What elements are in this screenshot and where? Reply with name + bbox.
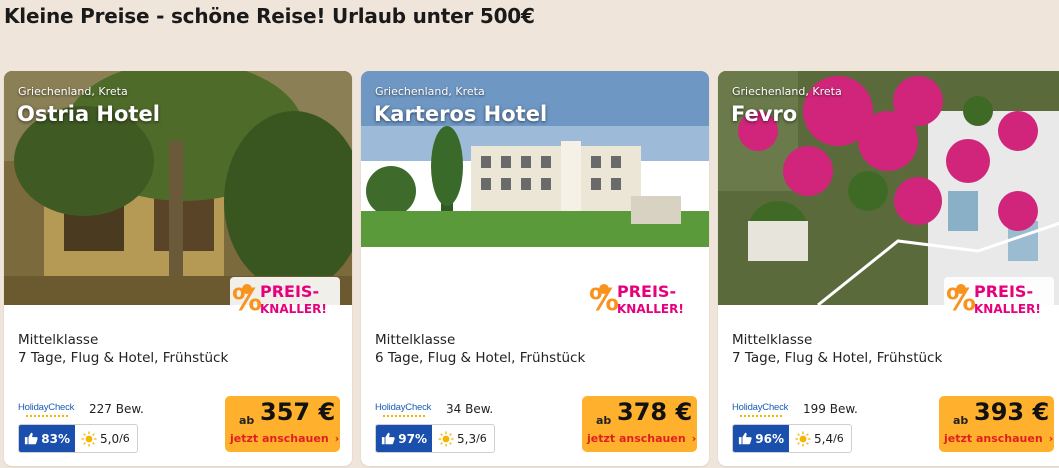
badge-line1: PREIS- (617, 282, 676, 301)
chevron-right-icon: › (691, 432, 697, 445)
rating-box: 96% 5,4/6 (732, 424, 852, 453)
sun-max: /6 (833, 432, 844, 445)
page-title: Kleine Preise - schöne Reise! Urlaub unt… (4, 4, 535, 28)
trip-description: 7 Tage, Flug & Hotel, Frühstück (18, 350, 229, 366)
price-value: 393 € (974, 398, 1050, 426)
holidaycheck-logo: HolidayCheck (18, 402, 74, 417)
view-offer-link[interactable]: jetzt anschauen › (230, 432, 339, 445)
hotel-class: Mittelklasse (18, 332, 99, 348)
review-count: 199 Bew. (803, 402, 858, 416)
badge-line2: KNALLER! (260, 302, 327, 316)
rating-box: 83% 5,0/6 (18, 424, 138, 453)
thumbs-up-icon (381, 432, 395, 445)
sun-icon (438, 431, 454, 446)
recommendation-rate: 97% (398, 431, 427, 446)
hotel-card-karteros[interactable]: Griechenland, Kreta Karteros Hotel % PRE… (361, 71, 709, 466)
sun-score: 5,3 (457, 431, 477, 446)
hotel-class: Mittelklasse (375, 332, 456, 348)
view-offer-link[interactable]: jetzt anschauen › (587, 432, 696, 445)
view-offer-link[interactable]: jetzt anschauen › (944, 432, 1053, 445)
recommendation-rate: 83% (41, 431, 70, 446)
badge-line2: KNALLER! (617, 302, 684, 316)
sun-score: 5,4 (814, 431, 834, 446)
hotel-name[interactable]: Karteros Hotel (374, 102, 547, 126)
sun-max: /6 (476, 432, 487, 445)
hotel-location: Griechenland, Kreta (732, 85, 842, 98)
sun-icon (81, 431, 97, 446)
hotel-card-ostria[interactable]: Griechenland, Kreta Ostria Hotel % PREIS… (4, 71, 352, 466)
price-button[interactable]: ab 357 € jetzt anschauen › (225, 396, 340, 452)
hotel-location: Griechenland, Kreta (18, 85, 128, 98)
review-count: 34 Bew. (446, 402, 494, 416)
thumbs-up-icon (24, 432, 38, 445)
badge-line1: PREIS- (974, 282, 1033, 301)
price-button[interactable]: ab 393 € jetzt anschauen › (939, 396, 1054, 452)
chevron-right-icon: › (1048, 432, 1054, 445)
badge-line1: PREIS- (260, 282, 319, 301)
price-button[interactable]: ab 378 € jetzt anschauen › (582, 396, 697, 452)
hotel-location: Griechenland, Kreta (375, 85, 485, 98)
price-prefix: ab (596, 414, 612, 427)
holidaycheck-logo: HolidayCheck (732, 402, 788, 417)
chevron-right-icon: › (334, 432, 340, 445)
badge-line2: KNALLER! (974, 302, 1041, 316)
thumbs-up-icon (738, 432, 752, 445)
sun-max: /6 (119, 432, 130, 445)
price-prefix: ab (953, 414, 969, 427)
hotel-name[interactable]: Fevro (731, 102, 797, 126)
price-value: 357 € (260, 398, 336, 426)
review-count: 227 Bew. (89, 402, 144, 416)
recommendation-rate: 96% (755, 431, 784, 446)
rating-box: 97% 5,3/6 (375, 424, 495, 453)
hotel-card-fevro[interactable]: Griechenland, Kreta Fevro % PREIS- KNALL… (718, 71, 1059, 466)
preisknaller-badge: % PREIS- KNALLER! (230, 277, 340, 319)
trip-description: 7 Tage, Flug & Hotel, Frühstück (732, 350, 943, 366)
preisknaller-badge: % PREIS- KNALLER! (944, 277, 1054, 319)
holidaycheck-logo: HolidayCheck (375, 402, 431, 417)
hotel-name[interactable]: Ostria Hotel (17, 102, 160, 126)
hotel-class: Mittelklasse (732, 332, 813, 348)
trip-description: 6 Tage, Flug & Hotel, Frühstück (375, 350, 586, 366)
preisknaller-badge: % PREIS- KNALLER! (587, 277, 697, 319)
price-prefix: ab (239, 414, 255, 427)
sun-score: 5,0 (100, 431, 120, 446)
sun-icon (795, 431, 811, 446)
price-value: 378 € (617, 398, 693, 426)
